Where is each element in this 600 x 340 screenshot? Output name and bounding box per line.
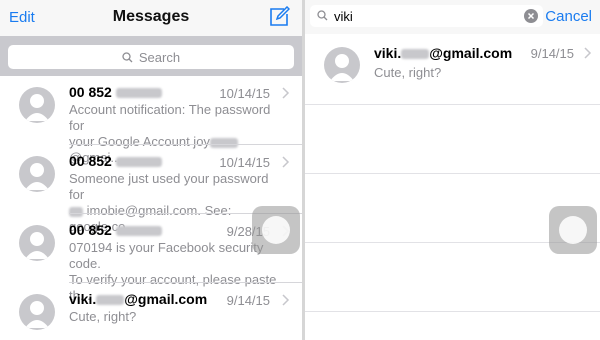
person-icon	[25, 94, 49, 121]
search-field[interactable]	[310, 5, 543, 27]
search-placeholder: Search	[138, 49, 181, 65]
search-area: Search	[0, 36, 302, 76]
redacted-text	[115, 88, 162, 99]
message-sender: 00 852	[69, 84, 162, 100]
list-item[interactable]: 00 852 10/14/15 Account notification: Th…	[0, 76, 302, 165]
row-divider	[305, 173, 600, 174]
search-result-item[interactable]: viki. @gmail.com 9/14/15 Cute, right?	[305, 36, 600, 104]
message-date: 9/14/15	[530, 46, 574, 61]
message-preview: Cute, right?	[69, 309, 137, 324]
redacted-text	[115, 226, 162, 237]
cancel-button[interactable]: Cancel	[545, 8, 592, 25]
message-preview: Cute, right?	[374, 65, 442, 80]
navigation-bar: Edit Messages	[0, 0, 302, 36]
messages-list-pane: Edit Messages Search 00 852 10/14/15 Acc…	[0, 0, 302, 340]
assistive-touch-button[interactable]	[252, 206, 300, 254]
person-icon	[25, 232, 49, 259]
row-divider	[305, 311, 600, 312]
search-input[interactable]	[334, 7, 514, 25]
message-date: 9/14/15	[226, 293, 270, 308]
screen: Edit Messages Search 00 852 10/14/15 Acc…	[0, 0, 600, 340]
avatar	[19, 294, 55, 330]
redacted-text	[401, 49, 430, 60]
chevron-right-icon	[282, 87, 290, 99]
message-sender: 00 852	[69, 153, 162, 169]
chevron-right-icon	[282, 156, 290, 168]
search-bar-area: Cancel	[305, 0, 600, 34]
person-icon	[25, 301, 49, 328]
message-sender: 00 852	[69, 222, 162, 238]
chevron-right-icon	[584, 47, 592, 59]
avatar	[19, 87, 55, 123]
row-divider	[305, 104, 600, 105]
person-icon	[25, 163, 49, 190]
avatar	[19, 156, 55, 192]
search-icon	[317, 10, 328, 21]
search-results-pane: Cancel viki.@gmail.com 9/14/15 Cute, rig…	[305, 0, 600, 340]
message-sender: viki. @gmail.com	[69, 291, 208, 307]
message-date: 10/14/15	[219, 86, 270, 101]
chevron-right-icon	[282, 294, 290, 306]
assistive-touch-button[interactable]	[549, 206, 597, 254]
message-date: 10/14/15	[219, 155, 270, 170]
page-title: Messages	[112, 8, 190, 25]
clear-icon[interactable]	[524, 9, 538, 23]
message-sender: viki. @gmail.com	[374, 45, 513, 61]
list-item[interactable]: 00 852 10/14/15 Someone just used your p…	[0, 145, 302, 234]
redacted-text	[115, 157, 162, 168]
avatar	[324, 47, 360, 83]
compose-icon[interactable]	[268, 6, 290, 28]
avatar	[19, 225, 55, 261]
person-icon	[330, 54, 354, 81]
redacted-text	[96, 295, 125, 306]
search-icon	[122, 51, 133, 62]
list-item[interactable]: viki. @gmail.com 9/14/15 Cute, right?	[0, 283, 302, 340]
search-input[interactable]: Search	[8, 45, 294, 69]
